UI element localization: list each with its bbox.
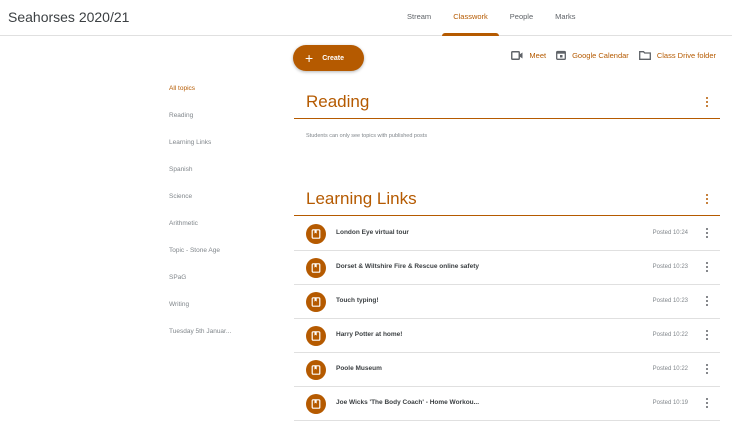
list-item[interactable]: Dorset & Wiltshire Fire & Rescue online … — [294, 251, 720, 285]
more-options-icon[interactable] — [704, 330, 710, 342]
google-calendar-link-label: Google Calendar — [572, 50, 629, 60]
tab-marks[interactable]: Marks — [544, 0, 586, 36]
list-item[interactable]: Poole Museum Posted 10:22 — [294, 353, 720, 387]
topic-spanish[interactable]: Spanish — [169, 165, 279, 192]
list-item[interactable]: Harry Potter at home! Posted 10:22 — [294, 319, 720, 353]
topic-arithmetic[interactable]: Arithmetic — [169, 219, 279, 246]
topic-all-topics[interactable]: All topics — [169, 84, 279, 111]
item-posted-time: Posted 10:22 — [652, 366, 688, 372]
tab-people[interactable]: People — [499, 0, 544, 36]
item-posted-time: Posted 10:23 — [652, 264, 688, 270]
section-title-learning-links[interactable]: Learning Links — [306, 189, 417, 209]
list-item[interactable]: Touch typing! Posted 10:23 — [294, 285, 720, 319]
section-title-reading[interactable]: Reading — [306, 92, 369, 112]
more-options-icon[interactable] — [704, 364, 710, 376]
material-icon — [306, 394, 326, 414]
meet-link[interactable]: Meet — [511, 51, 546, 60]
plus-icon: + — [305, 50, 314, 66]
folder-icon — [638, 50, 651, 60]
more-options-icon[interactable] — [704, 296, 710, 308]
more-options-icon[interactable] — [704, 194, 710, 206]
section-header-learning-links: Learning Links — [294, 184, 720, 216]
more-options-icon[interactable] — [704, 97, 710, 109]
item-title: Poole Museum — [336, 365, 382, 372]
material-icon — [306, 224, 326, 244]
item-title: Joe Wicks 'The Body Coach' - Home Workou… — [336, 399, 480, 406]
item-posted-time: Posted 10:19 — [652, 400, 688, 406]
more-options-icon[interactable] — [704, 262, 710, 274]
topic-learning-links[interactable]: Learning Links — [169, 138, 279, 165]
class-drive-folder-link[interactable]: Class Drive folder — [638, 50, 716, 60]
item-posted-time: Posted 10:23 — [652, 298, 688, 304]
topics-sidebar: All topics Reading Learning Links Spanis… — [169, 84, 279, 354]
meet-link-label: Meet — [529, 50, 547, 60]
material-icon — [306, 258, 326, 278]
list-item[interactable]: Joe Wicks 'The Body Coach' - Home Workou… — [294, 387, 720, 421]
section-header-reading: Reading — [294, 87, 720, 119]
google-calendar-link[interactable]: Google Calendar — [556, 50, 629, 60]
class-drive-folder-link-label: Class Drive folder — [656, 50, 716, 60]
item-title: London Eye virtual tour — [336, 229, 409, 236]
main-tabs: Stream Classwork People Marks — [396, 0, 587, 36]
tab-classwork[interactable]: Classwork — [442, 0, 499, 36]
item-title: Harry Potter at home! — [336, 331, 403, 338]
topic-science[interactable]: Science — [169, 192, 279, 219]
item-posted-time: Posted 10:24 — [652, 230, 688, 236]
topic-reading[interactable]: Reading — [169, 111, 279, 138]
material-icon — [306, 360, 326, 380]
item-title: Touch typing! — [336, 297, 379, 304]
topic-empty-note: Students can only see topics with publis… — [306, 133, 428, 139]
top-app-bar: Seahorses 2020/21 Stream Classwork Peopl… — [0, 0, 732, 36]
list-item[interactable]: London Eye virtual tour Posted 10:24 — [294, 217, 720, 251]
more-options-icon[interactable] — [704, 398, 710, 410]
calendar-icon — [556, 50, 567, 60]
material-icon — [306, 326, 326, 346]
class-title[interactable]: Seahorses 2020/21 — [8, 9, 129, 25]
quick-links: Meet Google Calendar Class Drive folder — [501, 50, 716, 60]
topic-tuesday-5th-january[interactable]: Tuesday 5th Januar... — [169, 327, 279, 354]
tab-stream[interactable]: Stream — [396, 0, 442, 36]
create-button-label: Create — [322, 54, 344, 62]
topic-writing[interactable]: Writing — [169, 300, 279, 327]
material-icon — [306, 292, 326, 312]
more-options-icon[interactable] — [704, 228, 710, 240]
topic-stone-age[interactable]: Topic - Stone Age — [169, 246, 279, 273]
item-posted-time: Posted 10:22 — [652, 332, 688, 338]
topic-spag[interactable]: SPaG — [169, 273, 279, 300]
video-camera-icon — [511, 50, 523, 60]
create-button[interactable]: + Create — [293, 45, 364, 71]
item-title: Dorset & Wiltshire Fire & Rescue online … — [336, 263, 479, 270]
